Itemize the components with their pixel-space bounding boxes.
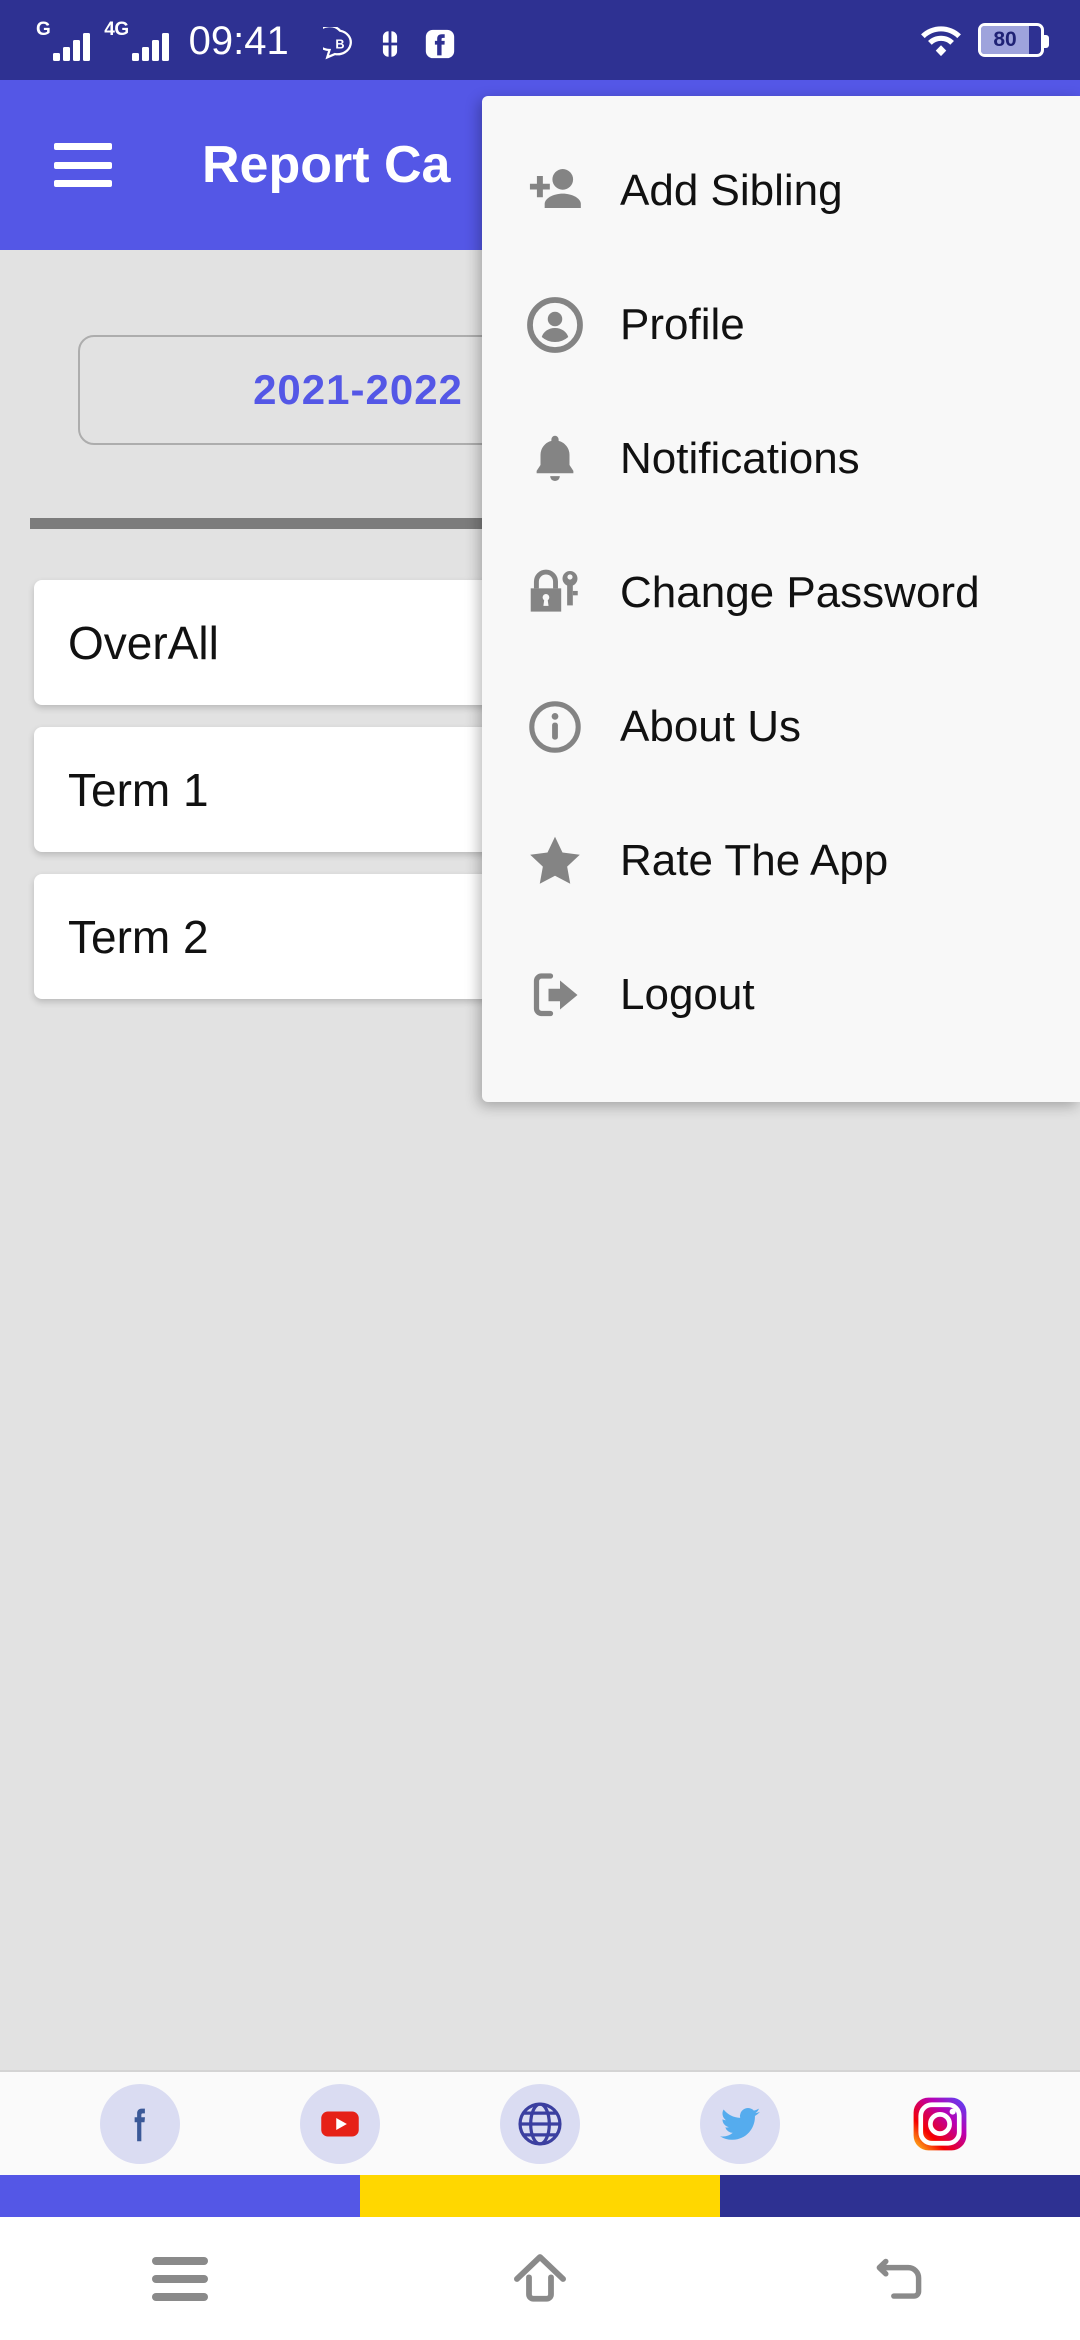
battery-icon: 80 bbox=[978, 23, 1049, 57]
signal-4g-icon: 4G bbox=[104, 18, 169, 61]
status-bar-clock: 09:41 bbox=[188, 18, 289, 63]
back-icon bbox=[876, 2258, 922, 2299]
home-button[interactable] bbox=[465, 2234, 615, 2324]
logout-icon bbox=[518, 965, 592, 1025]
person-add-icon bbox=[518, 160, 592, 222]
instagram-icon bbox=[913, 2097, 967, 2150]
status-bar-right: 80 bbox=[920, 23, 1049, 57]
status-bar: G 4G 09:41 B 80 bbox=[0, 0, 1080, 80]
menu-item-label: Notifications bbox=[620, 434, 860, 483]
social-link-twitter[interactable] bbox=[700, 2083, 780, 2164]
android-nav-bar bbox=[0, 2217, 1080, 2340]
signal-bars-2 bbox=[131, 31, 169, 61]
page-title: Report Ca bbox=[202, 136, 451, 194]
menu-item-notifications[interactable]: Notifications bbox=[482, 392, 1080, 526]
menu-item-label: Rate The App bbox=[620, 836, 889, 885]
youtube-icon bbox=[321, 2111, 359, 2136]
battery-level: 80 bbox=[981, 26, 1029, 54]
status-bar-left: G 4G 09:41 B bbox=[36, 20, 457, 61]
overflow-menu: Add Sibling Profile Notifications Change… bbox=[482, 96, 1080, 1102]
bell-icon bbox=[518, 430, 592, 488]
band-indigo bbox=[0, 2175, 360, 2217]
brand-color-bands bbox=[0, 2175, 1080, 2217]
menu-item-label: Change Password bbox=[620, 568, 980, 617]
social-link-youtube[interactable] bbox=[300, 2083, 380, 2164]
twitter-icon bbox=[720, 2107, 760, 2140]
band-navy bbox=[720, 2175, 1080, 2217]
menu-item-change-password[interactable]: Change Password bbox=[482, 526, 1080, 660]
menu-item-profile[interactable]: Profile bbox=[482, 258, 1080, 392]
social-link-facebook[interactable] bbox=[100, 2083, 180, 2164]
back-button[interactable] bbox=[825, 2234, 975, 2324]
clover-app-icon bbox=[382, 30, 397, 57]
social-links-bar bbox=[0, 2070, 1080, 2175]
signal-bars-1 bbox=[53, 31, 91, 61]
signal-g-label: G bbox=[36, 18, 51, 40]
menu-item-add-sibling[interactable]: Add Sibling bbox=[482, 124, 1080, 258]
term-card-label: OverAll bbox=[68, 616, 219, 669]
status-bar-app-icons: B bbox=[322, 26, 457, 61]
facebook-icon bbox=[134, 2108, 145, 2141]
recents-icon bbox=[152, 2256, 208, 2301]
menu-item-label: Logout bbox=[620, 970, 755, 1019]
recents-button[interactable] bbox=[105, 2234, 255, 2324]
account-circle-icon bbox=[518, 295, 592, 355]
star-icon bbox=[518, 830, 592, 892]
academic-year-value: 2021-2022 bbox=[253, 366, 463, 413]
term-card-label: Term 2 bbox=[68, 910, 209, 963]
menu-item-label: About Us bbox=[620, 702, 801, 751]
wifi-icon bbox=[921, 26, 961, 56]
social-link-instagram[interactable] bbox=[900, 2084, 980, 2164]
menu-item-logout[interactable]: Logout bbox=[482, 928, 1080, 1062]
term-card-label: Term 1 bbox=[68, 763, 209, 816]
menu-item-label: Profile bbox=[620, 300, 745, 349]
home-icon bbox=[514, 2253, 566, 2302]
band-yellow bbox=[360, 2175, 720, 2217]
info-circle-icon bbox=[518, 698, 592, 756]
facebook-app-icon bbox=[425, 29, 454, 58]
signal-g-icon: G bbox=[36, 18, 91, 61]
menu-item-label: Add Sibling bbox=[620, 166, 843, 215]
social-link-website[interactable] bbox=[500, 2083, 580, 2164]
svg-text:B: B bbox=[335, 36, 344, 51]
btalk-icon: B bbox=[322, 26, 352, 59]
signal-4g-label: 4G bbox=[104, 18, 129, 40]
menu-item-about-us[interactable]: About Us bbox=[482, 660, 1080, 794]
globe-icon bbox=[518, 2101, 562, 2146]
hamburger-icon[interactable] bbox=[54, 143, 112, 187]
lock-key-icon bbox=[518, 562, 592, 624]
menu-item-rate-the-app[interactable]: Rate The App bbox=[482, 794, 1080, 928]
